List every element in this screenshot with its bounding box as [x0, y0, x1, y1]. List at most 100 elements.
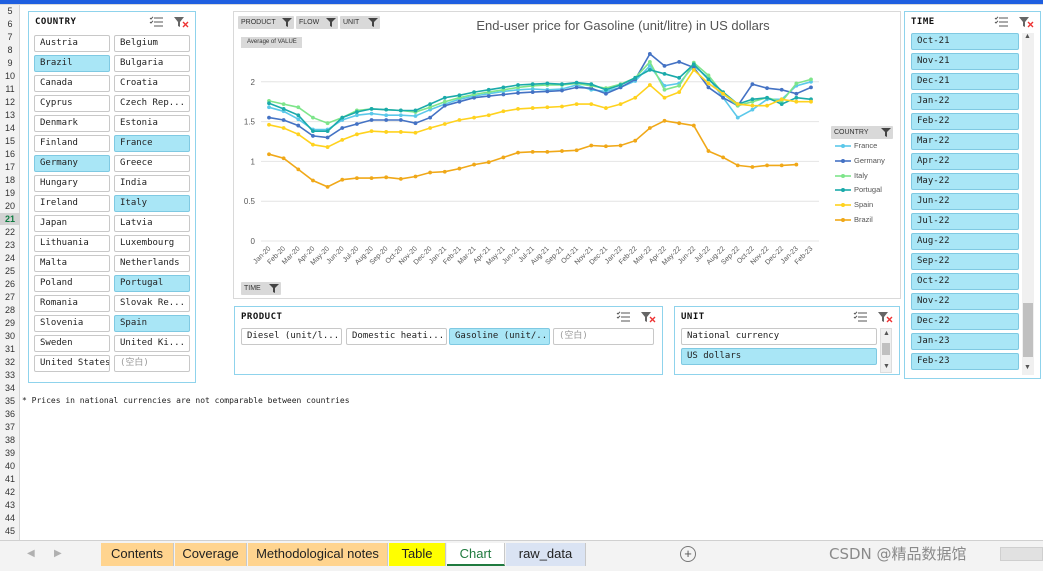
scroll-thumb[interactable]	[882, 343, 890, 355]
country-item[interactable]: Finland	[34, 135, 110, 152]
country-item[interactable]: Poland	[34, 275, 110, 292]
clear-filter-icon[interactable]	[640, 311, 656, 323]
country-item[interactable]: United States	[34, 355, 110, 372]
country-item[interactable]: Sweden	[34, 335, 110, 352]
country-item[interactable]: Estonia	[114, 115, 190, 132]
time-item[interactable]: Aug-22	[911, 233, 1019, 250]
row-header[interactable]: 23	[0, 239, 20, 251]
time-item[interactable]: Dec-22	[911, 313, 1019, 330]
product-item[interactable]: Gasoline (unit/...	[449, 328, 550, 345]
row-header[interactable]: 13	[0, 109, 20, 121]
row-header[interactable]: 7	[0, 31, 20, 43]
country-item[interactable]: Malta	[34, 255, 110, 272]
row-header[interactable]: 20	[0, 200, 20, 212]
country-item[interactable]: Luxembourg	[114, 235, 190, 252]
row-header[interactable]: 22	[0, 226, 20, 238]
country-item[interactable]: Slovak Re...	[114, 295, 190, 312]
row-header[interactable]: 16	[0, 148, 20, 160]
row-header[interactable]: 42	[0, 486, 20, 498]
scroll-up-icon[interactable]: ▲	[1024, 33, 1031, 40]
clear-filter-icon[interactable]	[877, 311, 893, 323]
country-item[interactable]: (空白)	[114, 355, 190, 372]
row-header[interactable]: 10	[0, 70, 20, 82]
country-item[interactable]: Canada	[34, 75, 110, 92]
row-header[interactable]: 8	[0, 44, 20, 56]
time-item[interactable]: Oct-21	[911, 33, 1019, 50]
row-header[interactable]: 40	[0, 460, 20, 472]
legend-entry[interactable]: Germany	[835, 156, 885, 165]
scroll-down-icon[interactable]: ▼	[883, 363, 890, 370]
add-sheet-icon[interactable]: +	[680, 546, 696, 562]
product-item[interactable]: Diesel (unit/l...	[241, 328, 342, 345]
clear-filter-icon[interactable]	[1018, 16, 1034, 28]
row-header[interactable]: 17	[0, 161, 20, 173]
time-item[interactable]: Sep-22	[911, 253, 1019, 270]
country-item[interactable]: Brazil	[34, 55, 110, 72]
country-field-button[interactable]: COUNTRY	[831, 126, 893, 139]
legend-entry[interactable]: Italy	[835, 171, 868, 180]
row-header[interactable]: 35	[0, 395, 20, 407]
country-item[interactable]: Japan	[34, 215, 110, 232]
time-item[interactable]: Jun-22	[911, 193, 1019, 210]
multi-select-icon[interactable]	[616, 311, 632, 323]
unit-item[interactable]: US dollars	[681, 348, 877, 365]
sheet-tab[interactable]: Table	[389, 543, 446, 566]
row-header[interactable]: 19	[0, 187, 20, 199]
country-item[interactable]: Netherlands	[114, 255, 190, 272]
country-item[interactable]: Belgium	[114, 35, 190, 52]
country-item[interactable]: United Ki...	[114, 335, 190, 352]
country-item[interactable]: Austria	[34, 35, 110, 52]
time-item[interactable]: Mar-22	[911, 133, 1019, 150]
legend-entry[interactable]: Portugal	[835, 185, 882, 194]
row-header[interactable]: 9	[0, 57, 20, 69]
row-header[interactable]: 44	[0, 512, 20, 524]
row-header[interactable]: 5	[0, 5, 20, 17]
country-item[interactable]: Czech Rep...	[114, 95, 190, 112]
country-item[interactable]: Romania	[34, 295, 110, 312]
time-item[interactable]: Nov-21	[911, 53, 1019, 70]
country-item[interactable]: Bulgaria	[114, 55, 190, 72]
time-scrollbar[interactable]: ▲ ▼	[1022, 33, 1034, 375]
time-item[interactable]: Feb-23	[911, 353, 1019, 370]
product-item[interactable]: (空白)	[553, 328, 654, 345]
sheet-tab[interactable]: Chart	[447, 543, 505, 566]
row-header[interactable]: 21	[0, 213, 20, 225]
tab-next-icon[interactable]: ▶	[54, 548, 62, 559]
row-header[interactable]: 38	[0, 434, 20, 446]
row-header[interactable]: 29	[0, 317, 20, 329]
legend-entry[interactable]: Brazil	[835, 215, 873, 224]
sheet-tab[interactable]: Methodological notes	[248, 543, 388, 566]
row-header[interactable]: 15	[0, 135, 20, 147]
time-item[interactable]: Jan-22	[911, 93, 1019, 110]
time-item[interactable]: Feb-22	[911, 113, 1019, 130]
time-item[interactable]: Jan-23	[911, 333, 1019, 350]
row-header[interactable]: 45	[0, 525, 20, 537]
country-item[interactable]: Lithuania	[34, 235, 110, 252]
country-item[interactable]: Greece	[114, 155, 190, 172]
country-item[interactable]: France	[114, 135, 190, 152]
time-item[interactable]: May-22	[911, 173, 1019, 190]
row-header[interactable]: 31	[0, 343, 20, 355]
country-item[interactable]: Denmark	[34, 115, 110, 132]
time-field-button[interactable]: TIME	[241, 282, 281, 295]
sheet-tab[interactable]: Contents	[101, 543, 174, 566]
row-header[interactable]: 36	[0, 408, 20, 420]
row-header[interactable]: 33	[0, 369, 20, 381]
multi-select-icon[interactable]	[853, 311, 869, 323]
country-item[interactable]: Hungary	[34, 175, 110, 192]
country-item[interactable]: Latvia	[114, 215, 190, 232]
row-header[interactable]: 39	[0, 447, 20, 459]
row-header[interactable]: 11	[0, 83, 20, 95]
country-item[interactable]: Slovenia	[34, 315, 110, 332]
country-item[interactable]: Portugal	[114, 275, 190, 292]
clear-filter-icon[interactable]	[173, 16, 189, 28]
scroll-thumb[interactable]	[1023, 303, 1033, 357]
country-item[interactable]: Ireland	[34, 195, 110, 212]
chart-area[interactable]: PRODUCT FLOW UNIT Average of VALUE End-u…	[233, 11, 901, 299]
row-header[interactable]: 28	[0, 304, 20, 316]
row-header[interactable]: 32	[0, 356, 20, 368]
multi-select-icon[interactable]	[994, 16, 1010, 28]
legend-entry[interactable]: France	[835, 141, 877, 150]
country-item[interactable]: Cyprus	[34, 95, 110, 112]
row-header[interactable]: 18	[0, 174, 20, 186]
